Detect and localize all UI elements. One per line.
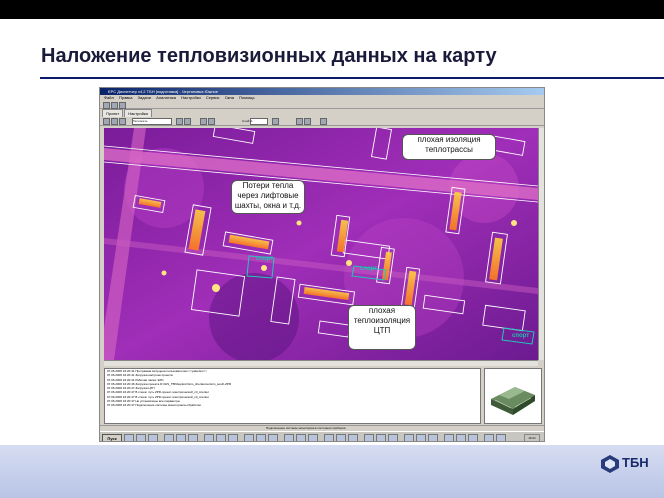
sport-zone-label: спорт bbox=[512, 333, 530, 339]
event-log-panel: 07.06.2006 16:20:41 Программа запущена п… bbox=[104, 368, 481, 424]
edit-icon[interactable] bbox=[200, 118, 207, 125]
menu-item-help[interactable]: Помощь bbox=[239, 95, 254, 100]
start-button[interactable]: Пуск bbox=[102, 434, 122, 441]
taskbar-app-button[interactable] bbox=[348, 434, 358, 441]
taskbar-app-button[interactable] bbox=[376, 434, 386, 441]
pan-icon[interactable] bbox=[111, 118, 118, 125]
gis-application-window: ЕРС Диспетчер v4.2 ТБН [подготовка] - Че… bbox=[99, 87, 545, 442]
layer-add-icon[interactable] bbox=[176, 118, 183, 125]
pointer-icon[interactable] bbox=[103, 118, 110, 125]
taskbar-app-button[interactable] bbox=[444, 434, 454, 441]
taskbar-app-button[interactable] bbox=[148, 434, 158, 441]
menu-item-file[interactable]: Файл bbox=[104, 95, 114, 100]
menu-item-settings[interactable]: Настройки bbox=[181, 95, 201, 100]
taskbar-app-button[interactable] bbox=[456, 434, 466, 441]
taskbar-app-button[interactable] bbox=[164, 434, 174, 441]
app-title-text: ЕРС Диспетчер v4.2 ТБН [подготовка] - Че… bbox=[108, 89, 218, 94]
map-toolbar: Теплосеть Слой: 1 bbox=[100, 117, 544, 126]
menu-item-edit[interactable]: Правка bbox=[119, 95, 133, 100]
taskbar-app-button[interactable] bbox=[324, 434, 334, 441]
top-black-bar bbox=[0, 0, 664, 19]
delete-icon[interactable] bbox=[208, 118, 215, 125]
slide-title: Наложение тепловизионных данных на карту bbox=[41, 45, 497, 67]
new-icon[interactable] bbox=[103, 102, 110, 109]
bottom-footer-bar bbox=[0, 445, 664, 498]
taskbar-app-button[interactable] bbox=[284, 434, 294, 441]
thermal-map-image bbox=[104, 128, 538, 360]
layer-select[interactable]: Теплосеть bbox=[132, 118, 172, 125]
taskbar-app-button[interactable] bbox=[416, 434, 426, 441]
save-icon[interactable] bbox=[119, 102, 126, 109]
3d-preview-panel[interactable] bbox=[484, 368, 542, 424]
taskbar-app-button[interactable] bbox=[496, 434, 506, 441]
taskbar-clock: 16:21 bbox=[524, 434, 540, 441]
taskbar-app-button[interactable] bbox=[336, 434, 346, 441]
sport-zone-label: спорт bbox=[256, 256, 274, 262]
taskbar-app-button[interactable] bbox=[308, 434, 318, 441]
scale-input[interactable]: 1 bbox=[250, 118, 268, 125]
menu-item-analytics[interactable]: Аналитика bbox=[156, 95, 176, 100]
tbn-logo-icon bbox=[601, 455, 619, 473]
scale-label: Слой: bbox=[242, 119, 251, 123]
taskbar-app-button[interactable] bbox=[256, 434, 266, 441]
menu-item-tasks[interactable]: Задачи bbox=[138, 95, 151, 100]
taskbar-app-button[interactable] bbox=[188, 434, 198, 441]
layer-remove-icon[interactable] bbox=[184, 118, 191, 125]
measure-icon[interactable] bbox=[296, 118, 303, 125]
taskbar-app-button[interactable] bbox=[268, 434, 278, 441]
taskbar-app-button[interactable] bbox=[124, 434, 134, 441]
taskbar-app-button[interactable] bbox=[388, 434, 398, 441]
taskbar-app-button[interactable] bbox=[364, 434, 374, 441]
building-3d-model-image bbox=[491, 387, 535, 415]
project-tabs: Проект Настройки bbox=[102, 109, 153, 118]
callout-heat-loss: Потери тепла через лифтовые шахты, окна … bbox=[231, 180, 305, 214]
log-line: 07.06.2006 16:20:47 Подключение системы … bbox=[107, 403, 201, 408]
open-icon[interactable] bbox=[111, 102, 118, 109]
menu-item-windows[interactable]: Окна bbox=[225, 95, 234, 100]
taskbar-app-button[interactable] bbox=[228, 434, 238, 441]
taskbar-app-button[interactable] bbox=[296, 434, 306, 441]
zoom-icon[interactable] bbox=[119, 118, 126, 125]
logo-text: ТБН bbox=[622, 455, 649, 470]
info-icon[interactable] bbox=[320, 118, 327, 125]
windows-taskbar: Пуск 16:21 bbox=[100, 431, 544, 441]
taskbar-app-button[interactable] bbox=[244, 434, 254, 441]
map-vertical-scrollbar[interactable] bbox=[538, 128, 544, 360]
sport-zone-label: спорт bbox=[360, 266, 378, 272]
app-title-bar: ЕРС Диспетчер v4.2 ТБН [подготовка] - Че… bbox=[100, 88, 544, 95]
callout-insulation: плохая изоляция теплотрассы bbox=[402, 134, 496, 160]
taskbar-app-button[interactable] bbox=[176, 434, 186, 441]
taskbar-app-button[interactable] bbox=[428, 434, 438, 441]
taskbar-app-button[interactable] bbox=[468, 434, 478, 441]
title-divider bbox=[40, 77, 664, 79]
refresh-icon[interactable] bbox=[272, 118, 279, 125]
taskbar-app-button[interactable] bbox=[204, 434, 214, 441]
taskbar-app-button[interactable] bbox=[216, 434, 226, 441]
main-toolbar bbox=[100, 101, 544, 109]
menu-item-service[interactable]: Сервис bbox=[206, 95, 220, 100]
taskbar-app-button[interactable] bbox=[484, 434, 494, 441]
callout-ctp: плохая теплоизоляция ЦТП bbox=[348, 305, 416, 350]
taskbar-app-button[interactable] bbox=[136, 434, 146, 441]
taskbar-app-button[interactable] bbox=[404, 434, 414, 441]
thermal-map-view[interactable]: спорт спорт спорт плохая изоляция теплот… bbox=[104, 128, 538, 360]
map-horizontal-scrollbar[interactable] bbox=[104, 360, 538, 366]
status-text: Подключение системы мониторинга состояни… bbox=[266, 426, 346, 430]
print-icon[interactable] bbox=[304, 118, 311, 125]
